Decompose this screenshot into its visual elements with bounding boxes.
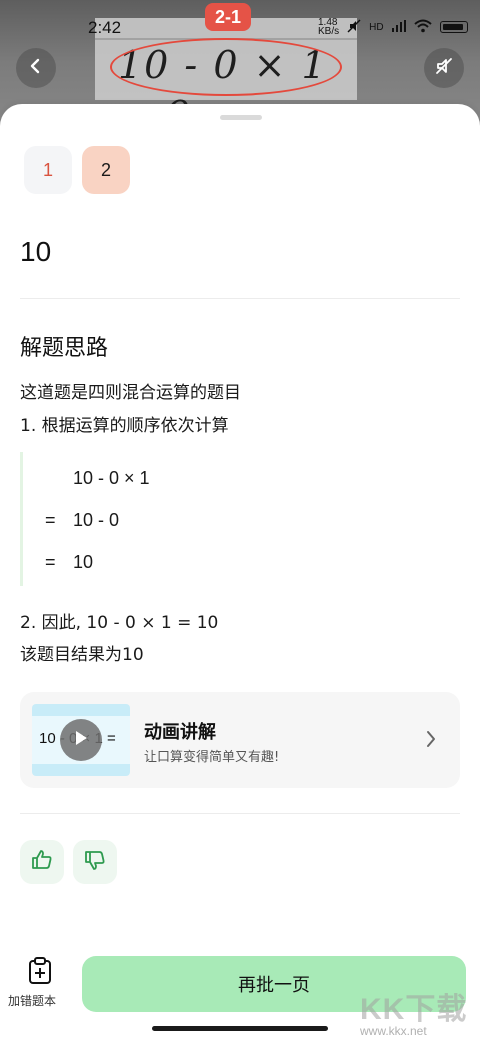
tab-answer-1[interactable]: 1: [24, 146, 72, 194]
card-title: 动画讲解: [144, 722, 216, 743]
signal-icon: [391, 19, 406, 35]
calc-expr: 10 - 0: [73, 510, 120, 530]
back-button[interactable]: [16, 48, 56, 88]
battery-icon: [439, 21, 468, 33]
speaker-muted-icon: [434, 56, 454, 80]
calc-expr: 10 - 0 × 1: [73, 468, 150, 488]
watermark-logo: KK下载: [360, 993, 468, 1026]
question-badge: 2-1: [205, 3, 252, 31]
status-icons: 1.48 KB/s HD: [318, 17, 468, 37]
video-thumbnail: 10 - 0 × 1 =: [32, 704, 130, 776]
sheet-drag-handle[interactable]: [220, 115, 262, 120]
calculation-block: 10 - 0 × 1 = 10 - 0 = 10: [20, 452, 320, 586]
divider: [20, 813, 460, 814]
divider: [20, 298, 460, 299]
status-time: 2:42: [88, 18, 122, 37]
thumbs-down-button[interactable]: [73, 840, 117, 884]
add-wrong-book-button[interactable]: [12, 957, 68, 989]
play-icon: [73, 729, 89, 751]
chevron-right-icon: [424, 728, 438, 754]
thumbs-down-icon: [83, 848, 107, 876]
solution-title: 解题思路: [20, 336, 109, 361]
mute-button[interactable]: [424, 48, 464, 88]
correct-answer: 10: [20, 236, 52, 267]
play-button[interactable]: [60, 719, 102, 761]
solution-step-2: 2. 因此, 10 - 0 × 1 = 10: [20, 613, 219, 633]
mute-icon: [347, 18, 361, 36]
animation-explain-card[interactable]: 10 - 0 × 1 = 动画讲解 让口算变得简单又有趣!: [20, 692, 460, 788]
network-label: HD: [369, 21, 384, 33]
tab-answer-2[interactable]: 2: [82, 146, 130, 194]
home-indicator[interactable]: [152, 1026, 328, 1031]
solution-intro: 这道题是四则混合运算的题目: [20, 383, 241, 403]
net-speed: 1.48 KB/s: [318, 17, 340, 37]
add-wrong-book-label: 加错题本: [8, 994, 57, 1008]
chevron-left-icon: [28, 58, 44, 78]
solution-step-1: 1. 根据运算的顺序依次计算: [20, 416, 229, 436]
error-circle-mark: [110, 38, 342, 96]
wifi-icon: [413, 19, 432, 36]
thumbs-up-icon: [30, 848, 54, 876]
clipboard-add-icon: [27, 957, 53, 989]
solution-conclusion: 该题目结果为10: [20, 645, 144, 665]
answer-tabs: 1 2: [24, 146, 130, 194]
card-subtitle: 让口算变得简单又有趣!: [144, 750, 280, 765]
calc-op: =: [45, 552, 56, 572]
thumbs-up-button[interactable]: [20, 840, 64, 884]
calc-expr: 10: [73, 552, 94, 572]
calc-op: =: [45, 510, 56, 530]
watermark: KK下载 www.kkx.net: [360, 984, 467, 1038]
